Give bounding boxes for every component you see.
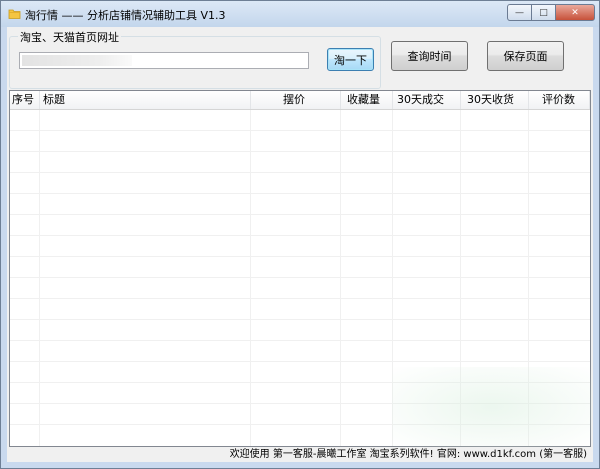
client-area: 淘宝、天猫首页网址 淘一下 查询时间 保存页面 序号 标题 摆价 收藏量 30天… (7, 27, 593, 462)
grid-row-line (10, 214, 590, 215)
grid-row-line (10, 298, 590, 299)
grid-row-line (10, 193, 590, 194)
grid-row-line (10, 130, 590, 131)
grid-row-line (10, 382, 590, 383)
grid-row-line (10, 319, 590, 320)
window-controls: — □ ✕ (507, 4, 595, 21)
url-groupbox: 淘宝、天猫首页网址 淘一下 (9, 29, 381, 89)
grid-row-line (10, 151, 590, 152)
folder-icon (8, 9, 21, 19)
grid-row-line (10, 235, 590, 236)
grid-row-line (10, 172, 590, 173)
grid-row-line (10, 256, 590, 257)
title-bar[interactable]: 淘行情 —— 分析店铺情况辅助工具 V1.3 — □ ✕ (1, 1, 599, 27)
column-header-favorites[interactable]: 收藏量 (341, 91, 393, 109)
search-button[interactable]: 淘一下 (327, 48, 374, 71)
table-header: 序号 标题 摆价 收藏量 30天成交 30天收货 评价数 (10, 91, 590, 110)
grid-column-line (460, 110, 461, 446)
column-header-30day-sales[interactable]: 30天成交 (393, 91, 461, 109)
results-table[interactable]: 序号 标题 摆价 收藏量 30天成交 30天收货 评价数 (9, 90, 591, 447)
table-body (10, 110, 590, 446)
url-input[interactable] (19, 52, 309, 69)
column-header-price[interactable]: 摆价 (251, 91, 341, 109)
grid-row-line (10, 424, 590, 425)
query-time-button[interactable]: 查询时间 (391, 41, 468, 71)
url-group-label: 淘宝、天猫首页网址 (18, 29, 121, 45)
grid-column-line (340, 110, 341, 446)
status-bar: 欢迎使用 第一客服-晨曦工作室 淘宝系列软件! 官网: www.d1kf.com… (7, 448, 593, 462)
maximize-icon: □ (539, 7, 548, 18)
grid-row-line (10, 361, 590, 362)
window-title: 淘行情 —— 分析店铺情况辅助工具 V1.3 (25, 9, 226, 22)
close-icon: ✕ (571, 7, 579, 18)
grid-column-line (39, 110, 40, 446)
save-page-button[interactable]: 保存页面 (487, 41, 564, 71)
column-header-30day-received[interactable]: 30天收货 (461, 91, 529, 109)
column-header-reviews[interactable]: 评价数 (529, 91, 590, 109)
grid-row-line (10, 277, 590, 278)
grid-column-line (392, 110, 393, 446)
close-button[interactable]: ✕ (555, 4, 595, 21)
grid-column-line (528, 110, 529, 446)
grid-row-line (10, 340, 590, 341)
grid-row-line (10, 403, 590, 404)
app-window: 淘行情 —— 分析店铺情况辅助工具 V1.3 — □ ✕ 淘宝、天猫首页网址 淘… (0, 0, 600, 469)
status-text: 欢迎使用 第一客服-晨曦工作室 淘宝系列软件! 官网: www.d1kf.com… (229, 449, 587, 460)
grid-column-line (250, 110, 251, 446)
maximize-button[interactable]: □ (531, 4, 556, 21)
minimize-icon: — (515, 7, 524, 18)
minimize-button[interactable]: — (507, 4, 532, 21)
column-header-title[interactable]: 标题 (40, 91, 251, 109)
column-header-index[interactable]: 序号 (10, 91, 40, 109)
